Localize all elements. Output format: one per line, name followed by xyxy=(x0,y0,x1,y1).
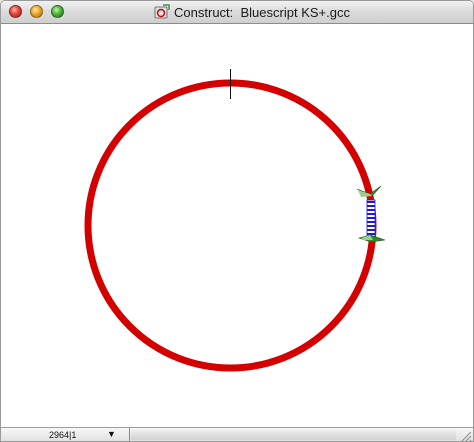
plasmid-backbone[interactable] xyxy=(84,79,377,372)
plasmid-map xyxy=(84,69,386,372)
insert-feature[interactable] xyxy=(366,199,376,238)
position-label: 2964|1 xyxy=(49,430,77,440)
document-icon xyxy=(154,4,170,19)
plasmid-map-canvas[interactable] xyxy=(1,24,473,427)
resize-grip-icon[interactable] xyxy=(459,429,472,442)
triangle-down-icon[interactable]: ▼ xyxy=(107,428,116,440)
title-bar[interactable]: Construct: Bluescript KS+.gcc xyxy=(1,1,473,24)
status-bar: 2964|1 ▼ xyxy=(1,427,473,442)
site-marker-lower[interactable] xyxy=(357,234,386,243)
construct-window: Construct: Bluescript KS+.gcc 2964|1 ▼ xyxy=(0,0,474,442)
status-divider xyxy=(129,428,130,441)
horizontal-scrollbar[interactable] xyxy=(131,430,456,440)
window-title: Construct: Bluescript KS+.gcc xyxy=(174,4,350,20)
